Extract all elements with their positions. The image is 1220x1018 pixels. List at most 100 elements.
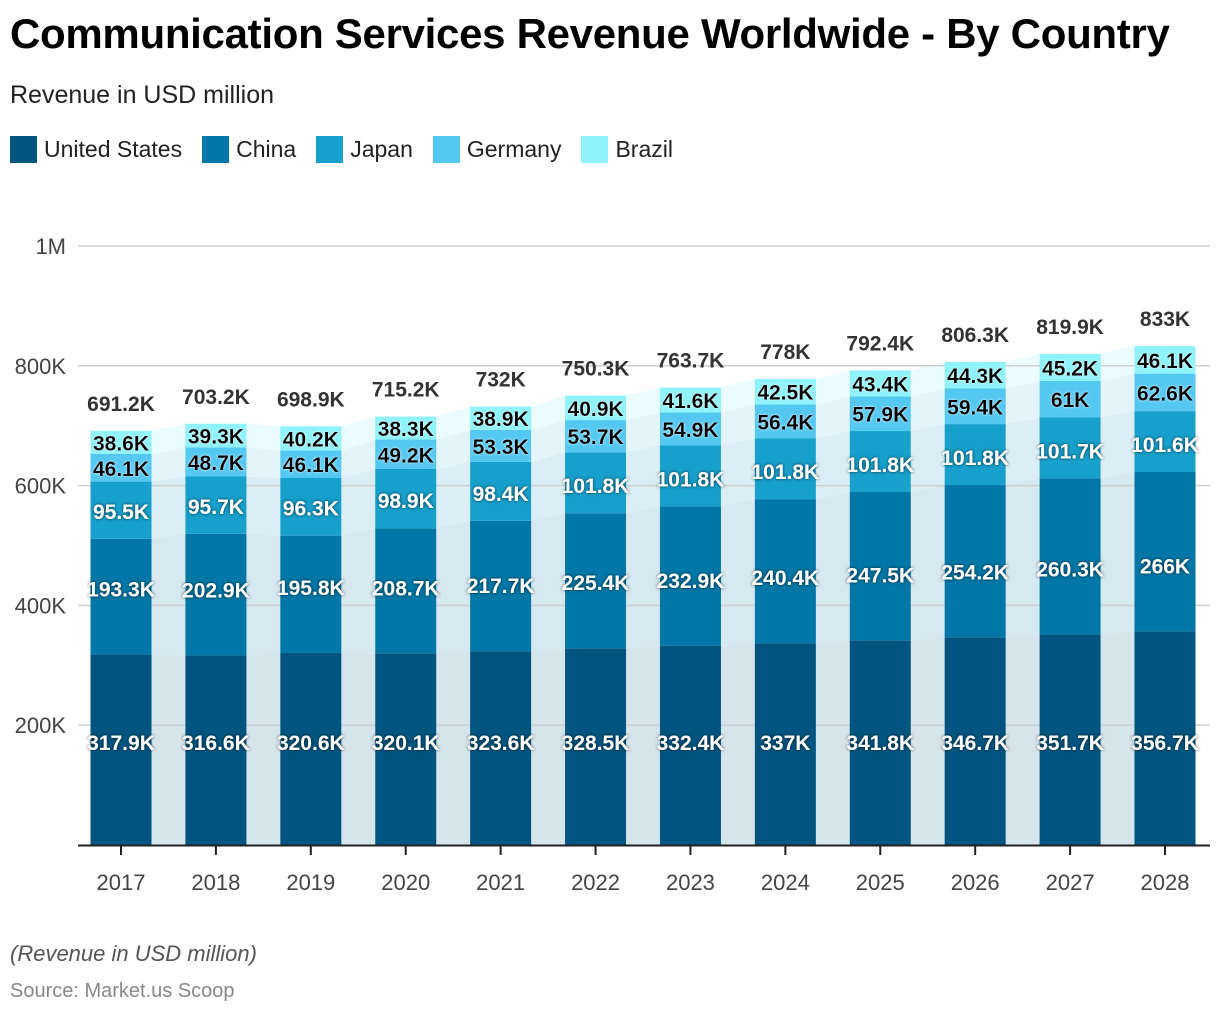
connector-band xyxy=(910,424,945,493)
segment-label: 43.4K xyxy=(852,373,908,396)
segment-label: 316.6K xyxy=(182,732,250,755)
segment-label: 39.3K xyxy=(188,426,244,449)
segment-label: 225.4K xyxy=(562,572,630,595)
x-tick-label: 2021 xyxy=(476,870,525,895)
segment-label: 44.3K xyxy=(947,365,1003,388)
connector-band xyxy=(626,506,660,649)
segment-label: 41.6K xyxy=(662,390,718,413)
connector-band xyxy=(720,438,755,507)
x-tick-label: 2023 xyxy=(666,870,715,895)
segment-label: 266K xyxy=(1140,555,1190,578)
x-tick-label: 2025 xyxy=(856,870,905,895)
segment-label: 98.4K xyxy=(473,483,529,506)
segment-label: 337K xyxy=(760,732,810,755)
segment-label: 247.5K xyxy=(846,564,914,587)
segment-label: 38.9K xyxy=(473,408,529,431)
segment-label: 40.2K xyxy=(283,428,339,451)
y-tick-label: 1M xyxy=(35,234,66,259)
segment-label: 351.7K xyxy=(1036,732,1104,755)
segment-label: 195.8K xyxy=(277,577,345,600)
connector-band xyxy=(1100,373,1135,418)
footnote: (Revenue in USD million) xyxy=(10,941,257,966)
connector-band xyxy=(341,469,376,536)
segment-label: 38.6K xyxy=(93,432,149,455)
total-label: 732K xyxy=(476,369,526,392)
total-label: 792.4K xyxy=(846,332,914,355)
connector-band xyxy=(815,640,850,845)
segment-label: 46.1K xyxy=(93,458,149,481)
connector-band xyxy=(910,485,945,641)
segment-label: 53.7K xyxy=(568,426,624,449)
connector-band xyxy=(436,461,471,529)
total-label: 715.2K xyxy=(372,379,440,402)
segment-label: 260.3K xyxy=(1036,558,1104,581)
connector-band xyxy=(436,651,471,845)
connector-band xyxy=(246,652,281,845)
connector-band xyxy=(720,643,755,845)
segment-label: 232.9K xyxy=(657,570,725,593)
connector-band xyxy=(815,431,850,500)
segment-label: 38.3K xyxy=(378,418,434,441)
segment-label: 101.8K xyxy=(562,475,630,498)
segment-label: 46.1K xyxy=(1137,350,1193,373)
segment-label: 96.3K xyxy=(283,498,339,521)
x-tick-label: 2019 xyxy=(286,870,335,895)
y-tick-label: 800K xyxy=(15,354,67,379)
total-label: 691.2K xyxy=(87,393,155,416)
x-tick-label: 2022 xyxy=(571,870,620,895)
connector-band xyxy=(1100,411,1135,479)
y-tick-label: 600K xyxy=(15,474,67,499)
connector-band xyxy=(341,652,376,845)
bar-segment-china[interactable] xyxy=(1039,478,1101,635)
connector-band xyxy=(815,492,850,644)
total-label: 698.9K xyxy=(277,388,345,411)
y-tick-label: 200K xyxy=(15,713,67,738)
x-tick-label: 2026 xyxy=(951,870,1000,895)
stacked-bar-chart: 200K400K600K800K1M 2017 2018 2019 2020 2021 2… xyxy=(15,234,1210,895)
bar-segment-china[interactable] xyxy=(1134,472,1196,632)
x-tick-label: 2024 xyxy=(761,870,810,895)
connector-band xyxy=(1005,634,1040,845)
segment-label: 208.7K xyxy=(372,577,440,600)
segment-label: 56.4K xyxy=(757,411,813,434)
segment-label: 54.9K xyxy=(662,419,718,442)
connector-band xyxy=(1005,478,1040,638)
connector-band xyxy=(531,452,566,521)
connector-band xyxy=(531,648,566,845)
source-note: Source: Market.us Scoop xyxy=(10,980,235,1002)
segment-label: 95.7K xyxy=(188,496,244,519)
segment-label: 320.6K xyxy=(277,732,345,755)
x-axis: 2017 2018 2019 2020 2021 2022 2023 2024 2025 2026… xyxy=(78,844,1210,895)
segment-label: 62.6K xyxy=(1137,382,1193,405)
segment-label: 61K xyxy=(1051,389,1090,412)
segment-label: 323.6K xyxy=(467,732,535,755)
x-tick-label: 2027 xyxy=(1046,870,1095,895)
total-label: 819.9K xyxy=(1036,316,1104,339)
segment-label: 95.5K xyxy=(93,501,149,524)
connector-band xyxy=(341,528,376,654)
connector-band xyxy=(246,423,281,451)
segment-label: 101.8K xyxy=(941,447,1009,470)
y-tick-label: 400K xyxy=(15,593,67,618)
segment-label: 240.4K xyxy=(752,567,820,590)
connector-band xyxy=(1100,631,1135,845)
segment-label: 45.2K xyxy=(1042,357,1098,380)
segment-label: 193.3K xyxy=(87,579,155,602)
segment-label: 101.8K xyxy=(657,468,725,491)
segment-label: 57.9K xyxy=(852,404,908,427)
x-tick-label: 2017 xyxy=(97,870,146,895)
segment-label: 217.7K xyxy=(467,575,535,598)
total-label: 806.3K xyxy=(941,324,1009,347)
segment-label: 346.7K xyxy=(941,732,1009,755)
connector-band xyxy=(1100,472,1135,635)
segment-label: 101.6K xyxy=(1131,434,1199,457)
connector-band xyxy=(151,654,186,845)
segment-label: 59.4K xyxy=(947,396,1003,419)
segment-label: 254.2K xyxy=(941,561,1009,584)
connector-band xyxy=(910,637,945,845)
connector-band xyxy=(720,499,755,646)
segment-label: 53.3K xyxy=(473,436,529,459)
segment-label: 328.5K xyxy=(562,732,630,755)
connector-band xyxy=(531,513,566,652)
x-tick-label: 2020 xyxy=(381,870,430,895)
